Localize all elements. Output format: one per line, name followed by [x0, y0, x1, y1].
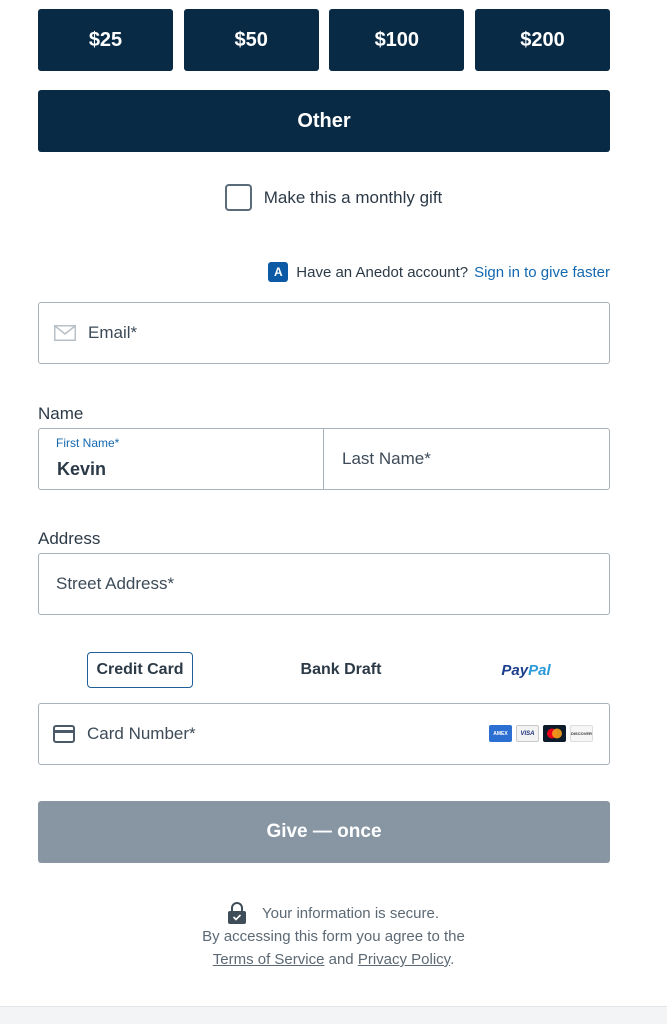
other-amount-button[interactable]: Other — [38, 90, 610, 152]
give-button[interactable]: Give — once — [38, 801, 610, 863]
tab-paypal[interactable]: Pay Pal — [491, 652, 561, 688]
first-name-value: Kevin — [57, 459, 107, 479]
amount-25-button[interactable]: $25 — [38, 9, 173, 71]
amount-200-button[interactable]: $200 — [474, 9, 610, 71]
account-prompt: A Have an Anedot account? Sign in to giv… — [268, 262, 610, 282]
card-number-field[interactable]: Card Number* AMEX VISA DISCOVER — [38, 703, 610, 765]
email-field[interactable]: Email* — [38, 302, 610, 364]
last-name-field[interactable]: Last Name* — [324, 429, 609, 489]
mastercard-circles — [547, 728, 562, 739]
email-placeholder: Email* — [88, 323, 138, 342]
name-fields: First Name* Kevin Last Name* — [38, 428, 610, 490]
and-text: and — [328, 951, 354, 968]
amount-options: $25 $50 $100 $200 — [38, 9, 610, 71]
privacy-policy-link[interactable]: Privacy Policy — [358, 951, 450, 968]
card-number-placeholder: Card Number* — [87, 724, 196, 743]
amex-icon: AMEX — [489, 725, 512, 742]
agreement-text: By accessing this form you agree to the — [202, 928, 465, 945]
monthly-gift-option: Make this a monthly gift — [0, 184, 667, 211]
legal-period: . — [450, 951, 455, 968]
tab-credit-card[interactable]: Credit Card — [87, 652, 193, 688]
name-section-label: Name — [38, 404, 84, 423]
monthly-gift-label[interactable]: Make this a monthly gift — [264, 188, 443, 208]
card-brands: AMEX VISA DISCOVER — [489, 725, 593, 742]
secure-text: Your information is secure. — [261, 904, 440, 922]
paypal-logo-pay: Pay — [501, 661, 529, 679]
secure-notice: Your information is secure. — [0, 902, 667, 924]
amount-100-button[interactable]: $100 — [329, 9, 465, 71]
footer-bar — [0, 1006, 667, 1024]
monthly-gift-checkbox[interactable] — [224, 184, 252, 211]
payment-method-tabs: Credit Card Bank Draft Pay Pal — [38, 652, 610, 688]
first-name-field[interactable]: First Name* Kevin — [39, 429, 324, 489]
visa-icon: VISA — [516, 725, 539, 742]
mail-icon — [54, 325, 76, 341]
tab-bank-draft[interactable]: Bank Draft — [291, 652, 391, 688]
sign-in-link[interactable]: Sign in to give faster — [474, 264, 610, 281]
lock-icon — [227, 902, 246, 924]
terms-of-service-link[interactable]: Terms of Service — [213, 951, 325, 968]
account-prompt-text: Have an Anedot account? — [296, 263, 469, 281]
paypal-logo-pal: Pal — [528, 661, 551, 679]
street-address-field[interactable]: Street Address* — [38, 553, 610, 615]
address-section-label: Address — [38, 529, 101, 548]
mastercard-icon — [543, 725, 566, 742]
street-address-placeholder: Street Address* — [56, 574, 175, 593]
credit-card-icon — [53, 725, 75, 743]
anedot-logo-icon: A — [268, 262, 289, 282]
legal-links: Terms of Service and Privacy Policy. — [0, 951, 667, 968]
amount-50-button[interactable]: $50 — [183, 9, 319, 71]
first-name-label: First Name* — [56, 436, 120, 450]
last-name-placeholder: Last Name* — [342, 449, 431, 468]
discover-icon: DISCOVER — [570, 725, 593, 742]
